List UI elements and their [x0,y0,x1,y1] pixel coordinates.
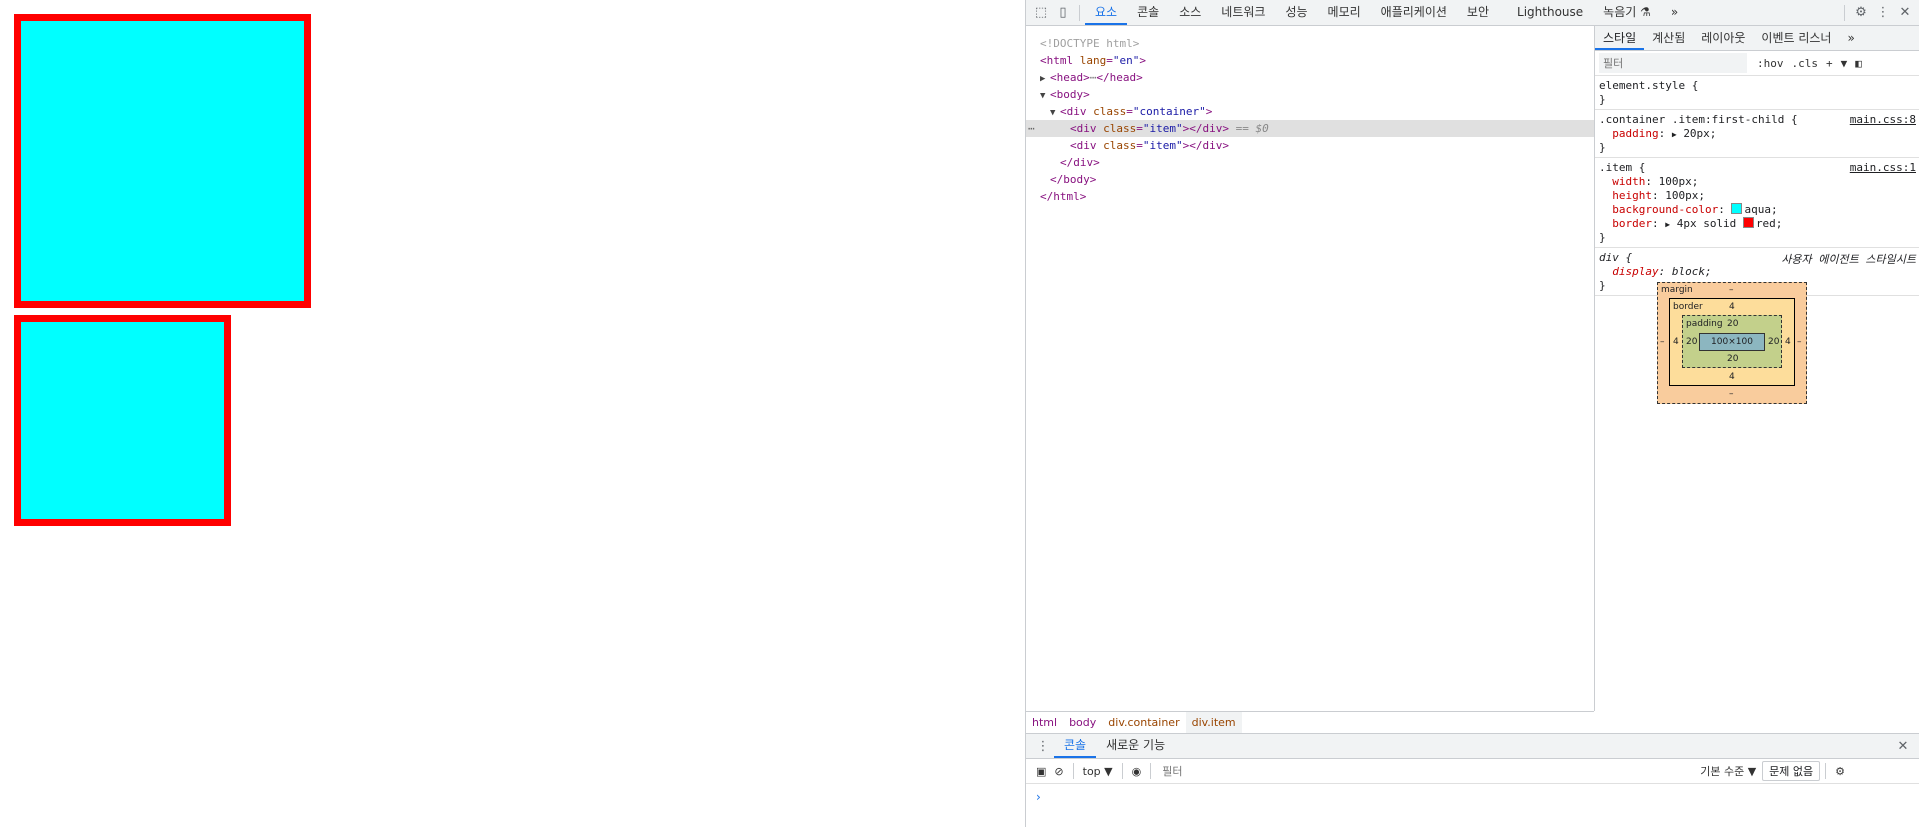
devtools-panel: ⬚ ▯ 요소 콘솔 소스 네트워크 성능 메모리 애플리케이션 보안 Light… [1025,0,1919,827]
dom-item-selected[interactable]: ⋯ <div class="item"></div> == $0 [1026,120,1594,137]
cls-button[interactable]: .cls [1788,57,1823,70]
dom-body-close[interactable]: </body> [1026,171,1594,188]
border-bottom-value: 4 [1729,372,1735,382]
gear-icon[interactable]: ⚙ [1850,2,1872,24]
tab-sources[interactable]: 소스 [1169,0,1211,25]
drawer-tab-console[interactable]: 콘솔 [1054,734,1097,758]
aqua-swatch[interactable] [1731,203,1743,214]
eye-icon[interactable]: ◉ [1128,765,1146,778]
margin-left-value: – [1660,337,1665,347]
dom-html[interactable]: <html lang="en"> [1026,52,1594,69]
margin-label: margin [1661,285,1693,295]
styles-pane: 스타일 계산됨 레이아웃 이벤트 리스너 » :hov .cls + ▼ ◧ e… [1595,26,1919,733]
item-box-second [14,315,231,526]
padding-bottom-value: 20 [1727,354,1739,364]
rule-item[interactable]: .item { main.css:1 width: 100px; height:… [1595,158,1919,248]
more-subtabs-button[interactable]: » [1839,26,1862,50]
inspect-icon[interactable]: ⬚ [1030,2,1052,24]
dom-head[interactable]: ▶ <head>⋯</head> [1026,69,1594,86]
console-filter-input[interactable] [1160,761,1695,781]
red-swatch[interactable] [1742,217,1754,228]
tab-performance[interactable]: 성능 [1275,0,1317,25]
tab-recorder[interactable]: 녹음기 ⚗ [1593,0,1661,25]
elements-tree[interactable]: <!DOCTYPE html> <html lang="en"> ▶ <head>… [1026,26,1595,711]
border-left-value: 4 [1673,337,1679,347]
sidebar-toggle-icon[interactable]: ▣ [1032,765,1050,778]
rule-first-child[interactable]: .container .item:first-child { main.css:… [1595,110,1919,158]
styles-filterbar: :hov .cls + ▼ ◧ [1595,51,1919,76]
dom-doctype[interactable]: <!DOCTYPE html> [1026,35,1594,52]
source-link[interactable]: main.css:8 [1850,113,1916,126]
crumb-html[interactable]: html [1026,712,1063,734]
hov-button[interactable]: :hov [1753,57,1788,70]
styles-filter-input[interactable] [1599,53,1747,73]
padding-left-value: 20 [1686,337,1698,347]
padding-right-value: 20 [1768,337,1780,347]
tab-network[interactable]: 네트워크 [1211,0,1275,25]
padding-top-value: 20 [1727,319,1739,329]
close-icon[interactable]: ✕ [1892,735,1914,757]
tab-application[interactable]: 애플리케이션 [1371,0,1457,25]
tab-memory[interactable]: 메모리 [1318,0,1371,25]
crumb-div-item[interactable]: div.item [1185,712,1242,734]
more-tabs-button[interactable]: » [1661,0,1688,25]
dom-body[interactable]: ▼ <body> [1026,86,1594,103]
margin-top-value: – [1729,285,1734,295]
tab-elements[interactable]: 요소 [1085,0,1128,25]
crumb-div-container[interactable]: div.container [1102,712,1185,734]
border-label: border [1673,302,1703,312]
margin-right-value: – [1797,337,1802,347]
close-icon[interactable]: ✕ [1894,2,1916,24]
kebab-menu-icon[interactable]: ⋮ [1872,2,1894,24]
rule-element-style[interactable]: element.style { } [1595,76,1919,110]
console-prompt[interactable]: › [1036,790,1041,804]
dom-item[interactable]: <div class="item"></div> [1026,137,1594,154]
user-agent-label: 사용자 에이전트 스타일시트 [1781,253,1916,266]
border-top-value: 4 [1729,302,1735,312]
dom-container-close[interactable]: </div> [1026,154,1594,171]
gear-icon[interactable]: ⚙ [1831,765,1849,778]
tab-computed[interactable]: 계산됨 [1644,26,1693,50]
console-toolbar: ▣ ⊘ top ▼ ◉ 기본 수준 ▼ 문제 없음 ⚙ [1026,759,1919,784]
padding-label: padding [1686,319,1723,329]
more-dots-icon[interactable]: ⋯ [1028,120,1035,137]
dom-container[interactable]: ▼ <div class="container"> [1026,103,1594,120]
tab-styles[interactable]: 스타일 [1595,26,1645,50]
styles-subtabs: 스타일 계산됨 레이아웃 이벤트 리스너 » [1595,26,1919,51]
toggle-sidebar-icon[interactable]: ◧ [1851,57,1866,70]
crumb-body[interactable]: body [1063,712,1102,734]
source-link[interactable]: main.css:1 [1850,161,1916,174]
item-box-first [14,14,311,308]
border-right-value: 4 [1785,337,1791,347]
drawer-tabs: ⋮ 콘솔 새로운 기능 ✕ [1026,734,1919,759]
tab-console[interactable]: 콘솔 [1127,0,1169,25]
tab-layout[interactable]: 레이아웃 [1693,26,1753,50]
device-icon[interactable]: ▯ [1052,2,1074,24]
tab-security[interactable]: 보안 [1457,0,1499,25]
log-level-selector[interactable]: 기본 수준 ▼ [1694,763,1762,779]
dom-html-close[interactable]: </html> [1026,188,1594,205]
console-drawer: ⋮ 콘솔 새로운 기능 ✕ ▣ ⊘ top ▼ ◉ 기본 수준 ▼ 문제 없음 … [1026,733,1919,828]
context-selector[interactable]: top ▼ [1079,765,1117,778]
issues-button[interactable]: 문제 없음 [1762,761,1821,781]
clear-console-icon[interactable]: ⊘ [1050,765,1067,778]
devtools-toolbar: ⬚ ▯ 요소 콘솔 소스 네트워크 성능 메모리 애플리케이션 보안 Light… [1026,0,1919,26]
drawer-tab-whats-new[interactable]: 새로운 기능 [1096,734,1175,758]
box-model-diagram: 100×100 margin – – – – border 4 4 4 4 pa… [1657,282,1807,404]
breadcrumb: html body div.container div.item [1026,711,1594,734]
box-model-content[interactable]: 100×100 [1699,333,1765,351]
tab-event-listeners[interactable]: 이벤트 리스너 [1753,26,1839,50]
tab-lighthouse[interactable]: Lighthouse [1507,0,1593,25]
margin-bottom-value: – [1729,389,1734,399]
kebab-menu-icon[interactable]: ⋮ [1032,735,1054,757]
paint-icon[interactable]: ▼ [1837,57,1852,70]
new-rule-icon[interactable]: + [1822,57,1837,70]
